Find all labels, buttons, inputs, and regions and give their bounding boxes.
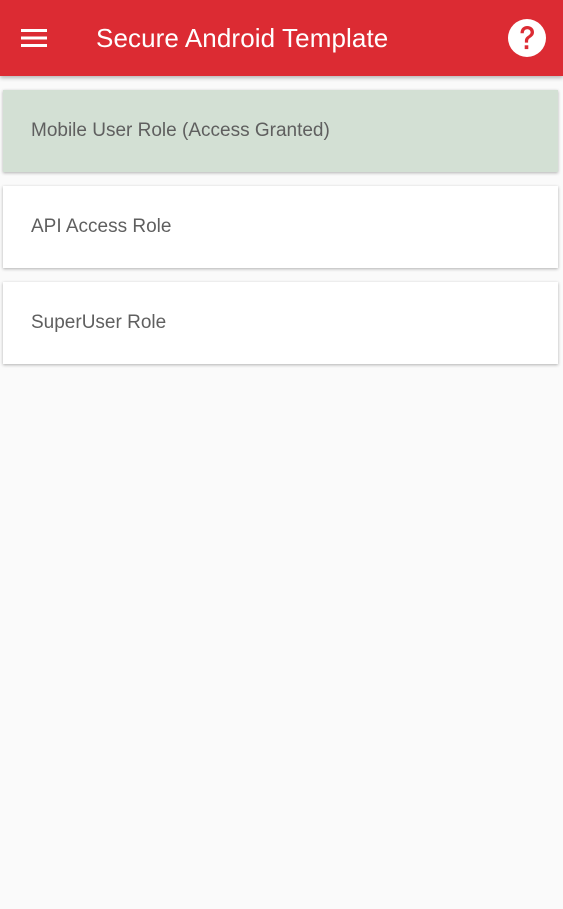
help-button[interactable] bbox=[505, 16, 549, 60]
app-screen: Secure Android Template Mobile User Role… bbox=[0, 0, 563, 909]
app-toolbar: Secure Android Template bbox=[0, 0, 563, 76]
role-card-mobile-user[interactable]: Mobile User Role (Access Granted) bbox=[3, 90, 558, 172]
help-circle-icon bbox=[508, 19, 546, 57]
role-card-label: API Access Role bbox=[31, 216, 172, 237]
hamburger-menu-icon bbox=[21, 29, 47, 47]
role-card-label: SuperUser Role bbox=[31, 312, 167, 333]
role-card-api-access[interactable]: API Access Role bbox=[3, 186, 558, 268]
role-card-superuser[interactable]: SuperUser Role bbox=[3, 282, 558, 364]
role-card-label: Mobile User Role (Access Granted) bbox=[31, 120, 330, 141]
toolbar-title: Secure Android Template bbox=[96, 23, 389, 53]
navigation-menu-button[interactable] bbox=[10, 14, 58, 62]
